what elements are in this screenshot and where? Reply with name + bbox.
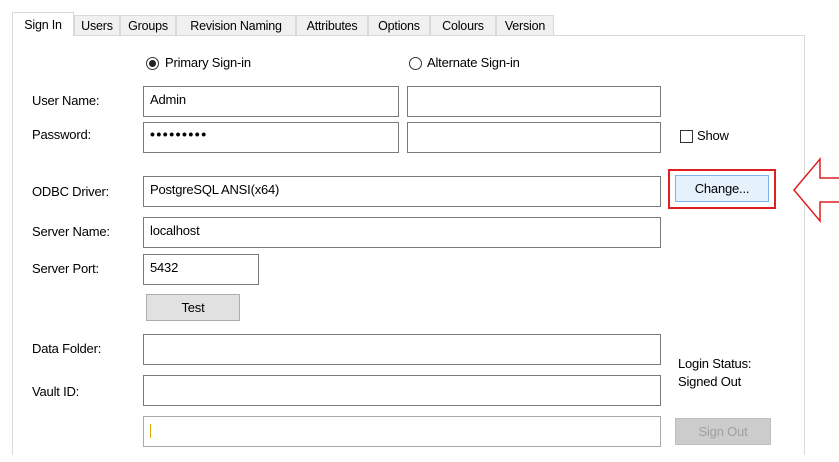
- tab-label: Options: [378, 18, 420, 33]
- tab-users[interactable]: Users: [74, 15, 120, 35]
- tab-label: Attributes: [306, 18, 358, 33]
- text-caret: [150, 424, 151, 438]
- primary-signin-label[interactable]: Primary Sign-in: [165, 55, 251, 70]
- radio-selected-dot: [149, 60, 156, 67]
- tab-options[interactable]: Options: [368, 15, 430, 35]
- vault-id-label: Vault ID:: [32, 384, 80, 399]
- alternate-signin-radio[interactable]: [409, 57, 422, 70]
- data-folder-input[interactable]: [143, 334, 661, 365]
- tab-attributes[interactable]: Attributes: [296, 15, 368, 35]
- login-status-value: Signed Out: [678, 374, 742, 389]
- tab-colours[interactable]: Colours: [430, 15, 496, 35]
- server-name-input[interactable]: localhost: [143, 217, 661, 248]
- data-folder-label: Data Folder:: [32, 341, 102, 356]
- show-password-checkbox[interactable]: [680, 130, 693, 143]
- password-input[interactable]: •••••••••: [143, 122, 399, 153]
- password-label: Password:: [32, 127, 91, 142]
- show-password-label[interactable]: Show: [697, 128, 729, 143]
- tab-label: Version: [504, 18, 546, 33]
- tab-groups[interactable]: Groups: [120, 15, 176, 35]
- tab-strip: Sign In Users Groups Revision Naming Att…: [12, 12, 560, 36]
- odbc-driver-label: ODBC Driver:: [32, 184, 110, 199]
- server-name-label: Server Name:: [32, 224, 110, 239]
- login-status-label: Login Status:: [678, 356, 752, 371]
- status-message-field[interactable]: [143, 416, 661, 447]
- callout-arrow-icon: [793, 156, 839, 224]
- tab-label: Groups: [128, 18, 168, 33]
- tab-version[interactable]: Version: [496, 15, 554, 35]
- alt-password-input[interactable]: [407, 122, 661, 153]
- tab-sign-in[interactable]: Sign In: [12, 12, 74, 36]
- server-port-label: Server Port:: [32, 261, 99, 276]
- tab-label: Users: [81, 18, 113, 33]
- tab-label: Revision Naming: [190, 18, 282, 33]
- tab-revision-naming[interactable]: Revision Naming: [176, 15, 296, 35]
- username-label: User Name:: [32, 93, 100, 108]
- username-input[interactable]: Admin: [143, 86, 399, 117]
- server-port-input[interactable]: 5432: [143, 254, 259, 285]
- odbc-driver-input[interactable]: PostgreSQL ANSI(x64): [143, 176, 661, 207]
- alternate-signin-label[interactable]: Alternate Sign-in: [427, 55, 520, 70]
- sign-out-button[interactable]: Sign Out: [675, 418, 771, 445]
- tab-label: Sign In: [24, 17, 62, 32]
- alt-username-input[interactable]: [407, 86, 661, 117]
- change-driver-button[interactable]: Change...: [675, 175, 769, 202]
- vault-id-input[interactable]: [143, 375, 661, 406]
- test-button[interactable]: Test: [146, 294, 240, 321]
- tab-label: Colours: [442, 18, 484, 33]
- primary-signin-radio[interactable]: [146, 57, 159, 70]
